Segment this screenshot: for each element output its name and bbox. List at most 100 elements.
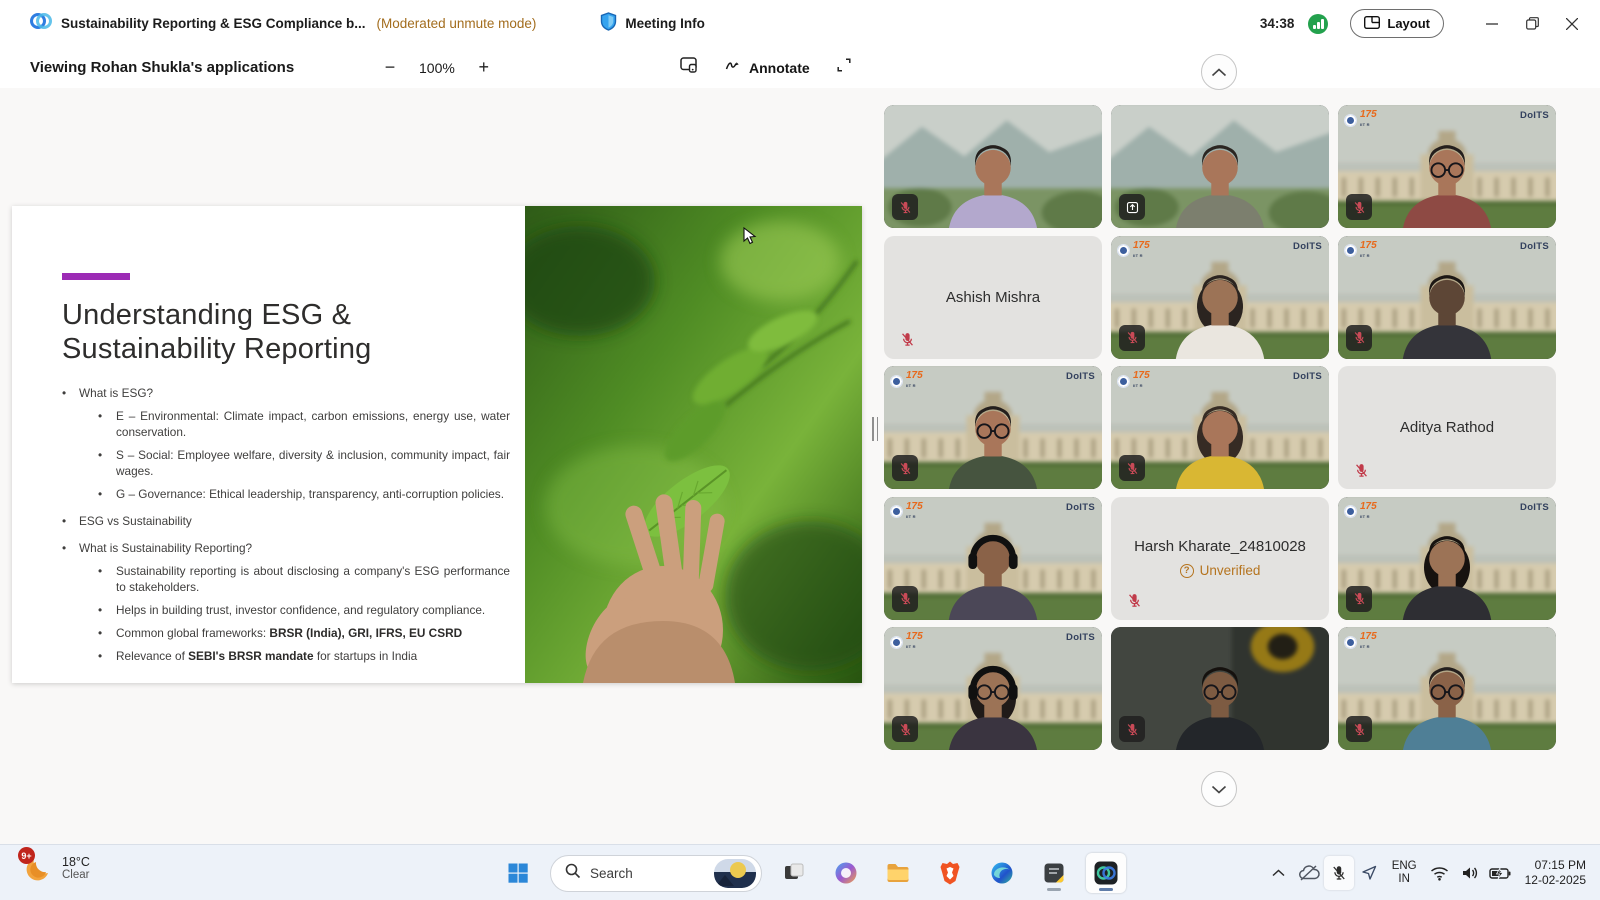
- task-view-icon[interactable]: [774, 853, 814, 893]
- mic-muted-icon: [1119, 716, 1145, 742]
- mic-muted-icon: [1346, 716, 1372, 742]
- mic-muted-icon: [1119, 455, 1145, 481]
- doits-watermark: DoITS: [1520, 241, 1549, 252]
- windows-taskbar: 9+ 18°C Clear Search: [0, 844, 1600, 900]
- slide-bullet: •S – Social: Employee welfare, diversity…: [62, 447, 510, 479]
- brave-browser-icon[interactable]: [930, 853, 970, 893]
- mic-muted-icon: [1119, 325, 1145, 351]
- view-options-icon[interactable]: [680, 57, 699, 78]
- mic-muted-icon: [1346, 586, 1372, 612]
- slide-accent-bar: [62, 273, 130, 280]
- participant-tile[interactable]: Aditya Rathod: [1338, 366, 1556, 489]
- participant-tile[interactable]: 175IIT R: [1338, 627, 1556, 750]
- zoom-out-button[interactable]: −: [378, 56, 402, 80]
- sharing-screen-icon: [1119, 194, 1145, 220]
- mic-muted-icon: [892, 455, 918, 481]
- participant-tile[interactable]: 175IIT R DoITS: [884, 366, 1102, 489]
- iit-roorkee-logo: 175IIT R: [1344, 632, 1377, 652]
- annotate-label: Annotate: [749, 60, 810, 76]
- slide-bullet: •Relevance of SEBI's BRSR mandate for st…: [62, 648, 510, 664]
- participant-tile[interactable]: 175IIT RDoITS: [884, 627, 1102, 750]
- location-icon[interactable]: [1354, 856, 1384, 890]
- iit-roorkee-logo: 175IIT R: [890, 632, 923, 652]
- slide-bullet: •Sustainability reporting is about discl…: [62, 563, 510, 595]
- mic-muted-icon: [892, 716, 918, 742]
- participant-tile[interactable]: 175IIT RDoITS: [1111, 366, 1329, 489]
- participant-name: Aditya Rathod: [1400, 419, 1494, 436]
- webex-app-icon[interactable]: [1086, 853, 1126, 893]
- weather-widget[interactable]: 9+ 18°C Clear: [24, 853, 90, 883]
- search-placeholder: Search: [590, 866, 705, 881]
- participant-grid: 175IIT R DoITS Ashish Mishra 175IIT R DoITS 1…: [884, 105, 1556, 750]
- participant-tile[interactable]: 175IIT RDoITS: [1338, 236, 1556, 359]
- onedrive-paused-icon[interactable]: [1294, 856, 1324, 890]
- viewing-label: Viewing Rohan Shukla's applications: [30, 59, 294, 76]
- volume-icon[interactable]: [1455, 856, 1485, 890]
- iit-roorkee-logo: 175IIT R: [1117, 371, 1150, 391]
- layout-button[interactable]: Layout: [1350, 9, 1444, 38]
- close-button[interactable]: [1552, 0, 1592, 47]
- search-input[interactable]: Search: [550, 855, 762, 892]
- mic-muted-icon: [892, 586, 918, 612]
- doits-watermark: DoITS: [1066, 371, 1095, 382]
- participant-tile[interactable]: [1111, 627, 1329, 750]
- leaf-photo: [525, 206, 862, 683]
- clock-widget[interactable]: 07:15 PM 12-02-2025: [1525, 858, 1586, 888]
- mic-muted-tray-icon[interactable]: [1324, 856, 1354, 890]
- zoom-in-button[interactable]: +: [472, 56, 496, 80]
- meeting-info-button[interactable]: Meeting Info: [600, 12, 705, 36]
- iit-roorkee-logo: 175IIT R: [890, 502, 923, 522]
- mic-muted-icon: [1346, 325, 1372, 351]
- participant-name: Harsh Kharate_24810028: [1134, 538, 1306, 555]
- iit-roorkee-logo: 175IIT R: [890, 371, 923, 391]
- meeting-info-label: Meeting Info: [625, 16, 705, 31]
- presentation-slide: Understanding ESG & Sustainability Repor…: [12, 206, 862, 683]
- slide-bullet: •Helps in building trust, investor confi…: [62, 602, 510, 618]
- copilot-icon[interactable]: [826, 853, 866, 893]
- share-toolbar: Viewing Rohan Shukla's applications − 10…: [0, 47, 1600, 88]
- participant-video-panel: 175IIT R DoITS Ashish Mishra 175IIT R DoITS 1…: [878, 88, 1600, 844]
- participant-tile[interactable]: 175IIT R DoITS: [1338, 105, 1556, 228]
- slide-title: Understanding ESG & Sustainability Repor…: [62, 298, 522, 366]
- participant-tile[interactable]: 175IIT RDoITS: [1111, 236, 1329, 359]
- participant-tile[interactable]: [1111, 105, 1329, 228]
- wifi-icon[interactable]: [1425, 856, 1455, 890]
- weather-condition: Clear: [62, 869, 90, 881]
- scroll-up-button[interactable]: [1201, 54, 1237, 90]
- start-button[interactable]: [498, 853, 538, 893]
- notes-app-icon[interactable]: [1034, 853, 1074, 893]
- mic-muted-icon: [894, 327, 920, 353]
- doits-watermark: DoITS: [1066, 502, 1095, 513]
- iit-roorkee-logo: 175IIT R: [1344, 110, 1377, 130]
- participant-tile[interactable]: 175IIT RDoITS: [1338, 497, 1556, 620]
- edge-browser-icon[interactable]: [982, 853, 1022, 893]
- slide-bullet-list: •What is ESG? •E – Environmental: Climate…: [62, 374, 510, 664]
- slide-bullet: •E – Environmental: Climate impact, carb…: [62, 408, 510, 440]
- iit-roorkee-logo: 175IIT R: [1117, 241, 1150, 261]
- participant-tile[interactable]: Harsh Kharate_24810028?Unverified: [1111, 497, 1329, 620]
- participant-tile[interactable]: [884, 105, 1102, 228]
- shared-screen-area: Understanding ESG & Sustainability Repor…: [0, 88, 878, 844]
- doits-watermark: DoITS: [1520, 110, 1549, 121]
- battery-charging-icon[interactable]: [1485, 856, 1515, 890]
- webex-meeting-window: Sustainability Reporting & ESG Complianc…: [0, 0, 1600, 900]
- moderated-mode-note: (Moderated unmute mode): [377, 16, 537, 31]
- expand-view-icon[interactable]: [836, 57, 852, 78]
- mic-muted-icon: [1346, 194, 1372, 220]
- annotate-button[interactable]: Annotate: [725, 59, 810, 76]
- language-switcher[interactable]: ENGIN: [1392, 860, 1417, 886]
- participant-tile[interactable]: 175IIT R DoITS: [884, 497, 1102, 620]
- mic-muted-icon: [1121, 588, 1147, 614]
- scroll-down-button[interactable]: [1201, 771, 1237, 807]
- minimize-button[interactable]: [1472, 0, 1512, 47]
- weather-moon-icon: 9+: [24, 853, 54, 883]
- shield-icon: [600, 12, 617, 36]
- connection-quality-icon[interactable]: [1308, 14, 1328, 34]
- file-explorer-icon[interactable]: [878, 853, 918, 893]
- tray-chevron-icon[interactable]: [1264, 856, 1294, 890]
- slide-bullet: •What is ESG?: [62, 385, 510, 401]
- doits-watermark: DoITS: [1520, 502, 1549, 513]
- restore-button[interactable]: [1512, 0, 1552, 47]
- participant-tile[interactable]: Ashish Mishra: [884, 236, 1102, 359]
- tray-date: 12-02-2025: [1525, 873, 1586, 888]
